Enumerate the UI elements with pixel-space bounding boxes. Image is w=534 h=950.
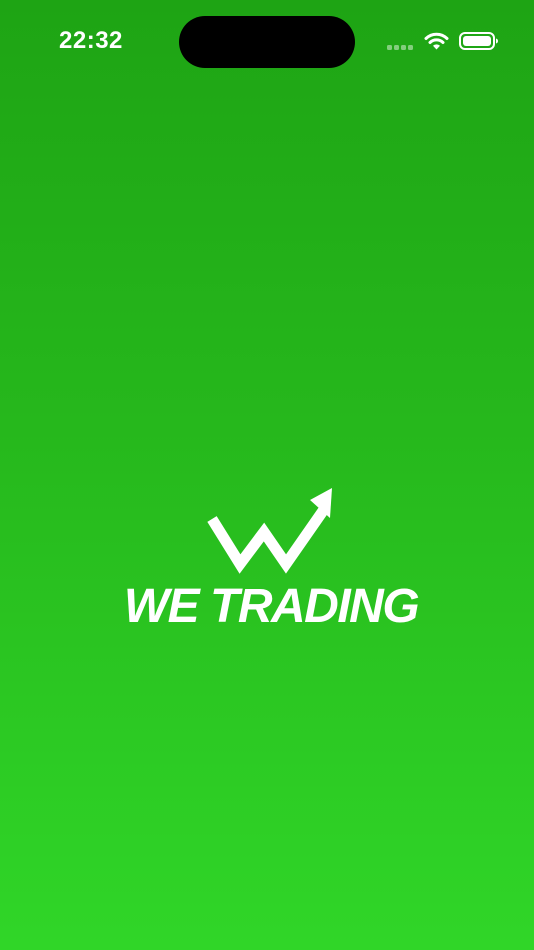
app-logo: WE TRADING	[110, 484, 432, 634]
trend-up-arrow-icon	[207, 488, 332, 574]
wifi-icon	[424, 32, 449, 50]
dynamic-island	[179, 16, 355, 68]
logo-text: WE TRADING	[123, 580, 420, 633]
splash-screen: { "status_bar": { "time": "22:32", "sign…	[0, 0, 534, 950]
battery-icon	[459, 32, 498, 50]
status-time: 22:32	[59, 27, 123, 54]
status-bar: 22:32	[0, 0, 534, 84]
cellular-signal-icon	[387, 45, 415, 51]
